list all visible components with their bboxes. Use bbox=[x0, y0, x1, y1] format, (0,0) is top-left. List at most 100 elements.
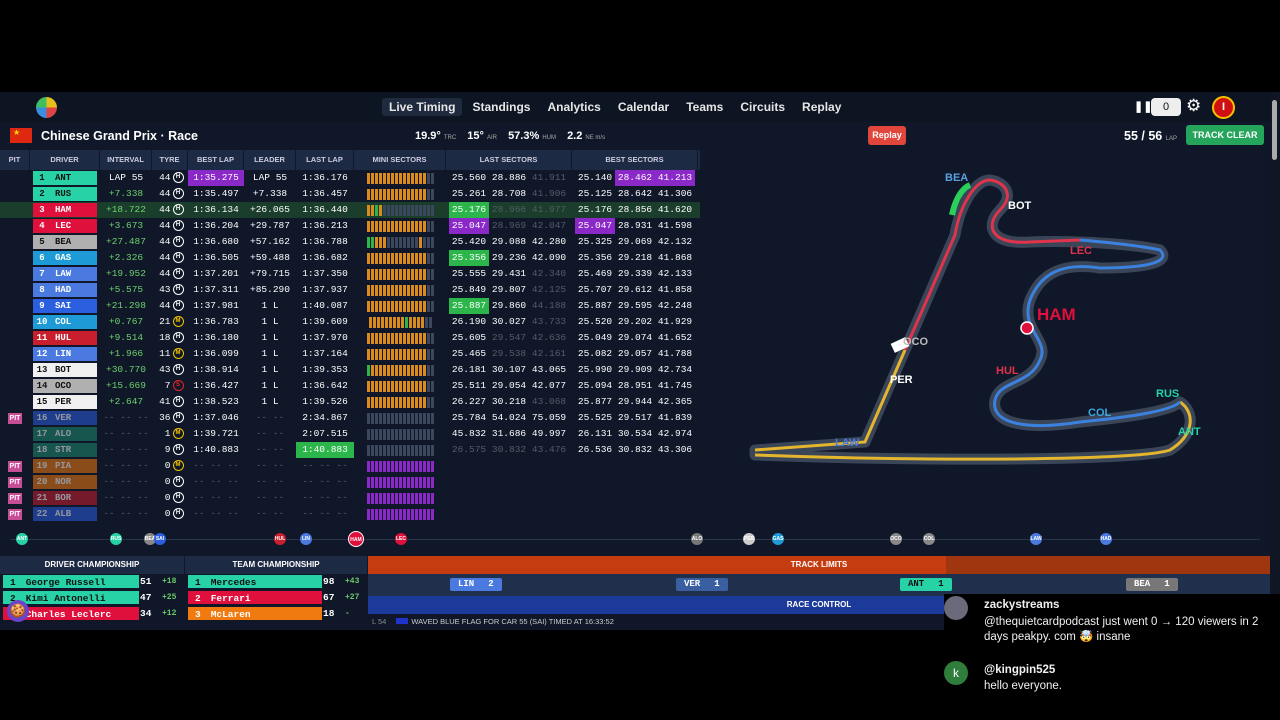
driver-tag[interactable]: 5 BEA bbox=[33, 235, 97, 249]
driver-tag[interactable]: 4 LEC bbox=[33, 219, 97, 233]
column-header[interactable]: INTERVAL bbox=[100, 150, 152, 170]
table-row[interactable]: 9 SAI +21.298 44 H 1:37.981 1 L 1:40.087 25.887 2… bbox=[0, 298, 700, 314]
table-row[interactable]: 7 LAW +19.952 44 H 1:37.201 +79.715 1:37.350 25.… bbox=[0, 266, 700, 282]
table-row[interactable]: 8 HAD +5.575 43 H 1:37.311 +85.290 1:37.937 25.8… bbox=[0, 282, 700, 298]
driver-tag[interactable]: 3 HAM bbox=[33, 203, 97, 217]
nav-link-analytics[interactable]: Analytics bbox=[540, 98, 607, 116]
nav-link-standings[interactable]: Standings bbox=[465, 98, 537, 116]
timeline-marker[interactable]: LEC bbox=[395, 533, 407, 545]
timeline-marker[interactable]: PER bbox=[743, 533, 755, 545]
timeline-marker[interactable]: LAW bbox=[1030, 533, 1042, 545]
timeline-marker[interactable]: COL bbox=[923, 533, 935, 545]
driver-cell[interactable]: 15 PER bbox=[30, 394, 100, 410]
timeline-marker[interactable]: SAI bbox=[154, 533, 166, 545]
nav-link-replay[interactable]: Replay bbox=[795, 98, 848, 116]
driver-cell[interactable]: 7 LAW bbox=[30, 266, 100, 282]
driver-standing-row[interactable]: 1 George Russell 51 +18 bbox=[0, 574, 184, 589]
table-row[interactable]: 18 STR -- -- -- 9 H 1:40.883 -- -- 1:40.883 26.5… bbox=[0, 442, 700, 458]
driver-cell[interactable]: 10 COL bbox=[30, 314, 100, 330]
driver-cell[interactable]: 19 PIA bbox=[30, 458, 100, 474]
driver-cell[interactable]: 18 STR bbox=[30, 442, 100, 458]
table-row[interactable]: 3 HAM +18.722 44 H 1:36.134 +26.065 1:36.440 25.… bbox=[0, 202, 700, 218]
driver-tag[interactable]: 10 COL bbox=[33, 315, 97, 329]
driver-cell[interactable]: 20 NOR bbox=[30, 474, 100, 490]
track-limit-pill[interactable]: VER 1 bbox=[676, 578, 728, 591]
driver-cell[interactable]: 2 RUS bbox=[30, 186, 100, 202]
avatar[interactable]: I bbox=[1212, 96, 1235, 119]
table-row[interactable]: 6 GAS +2.326 44 H 1:36.505 +59.488 1:36.682 25.3… bbox=[0, 250, 700, 266]
driver-cell[interactable]: 8 HAD bbox=[30, 282, 100, 298]
timeline-marker[interactable]: HAM bbox=[348, 531, 364, 547]
column-header[interactable]: TYRE bbox=[152, 150, 188, 170]
driver-tag[interactable]: 1 ANT bbox=[33, 171, 97, 185]
driver-tag[interactable]: 13 BOT bbox=[33, 363, 97, 377]
table-row[interactable]: 1 ANT LAP 55 44 H 1:35.275 LAP 55 1:36.176 25.56… bbox=[0, 170, 700, 186]
column-header[interactable]: LAST LAP bbox=[296, 150, 354, 170]
table-row[interactable]: PIT 16 VER -- -- -- 36 H 1:37.046 -- -- 2:34.867… bbox=[0, 410, 700, 426]
nav-link-live-timing[interactable]: Live Timing bbox=[382, 98, 463, 116]
driver-cell[interactable]: 6 GAS bbox=[30, 250, 100, 266]
driver-tag[interactable]: 8 HAD bbox=[33, 283, 97, 297]
table-row[interactable]: 5 BEA +27.487 44 H 1:36.680 +57.162 1:36.788 25.… bbox=[0, 234, 700, 250]
driver-cell[interactable]: 11 HUL bbox=[30, 330, 100, 346]
team-standing-row[interactable]: 2 Ferrari 67 +27 bbox=[185, 590, 367, 605]
driver-tag[interactable]: 14 OCO bbox=[33, 379, 97, 393]
team-standing-row[interactable]: 3 McLaren 18 - bbox=[185, 606, 367, 621]
gear-icon[interactable]: ⚙ bbox=[1186, 96, 1201, 116]
timeline-marker[interactable]: HUL bbox=[274, 533, 286, 545]
column-header[interactable]: DRIVER bbox=[30, 150, 100, 170]
nav-link-teams[interactable]: Teams bbox=[679, 98, 730, 116]
table-row[interactable]: 15 PER +2.647 41 H 1:38.523 1 L 1:39.526 26.227 3… bbox=[0, 394, 700, 410]
app-logo[interactable] bbox=[36, 97, 57, 118]
cookie-icon[interactable]: 🍪 bbox=[7, 600, 29, 622]
track-limit-pill[interactable]: LIN 2 bbox=[450, 578, 502, 591]
column-header[interactable]: PIT bbox=[0, 150, 30, 170]
driver-cell[interactable]: 17 ALO bbox=[30, 426, 100, 442]
driver-tag[interactable]: 15 PER bbox=[33, 395, 97, 409]
table-row[interactable]: 14 OCO +15.669 7 S 1:36.427 1 L 1:36.642 25.511 2… bbox=[0, 378, 700, 394]
driver-cell[interactable]: 12 LIN bbox=[30, 346, 100, 362]
driver-cell[interactable]: 3 HAM bbox=[30, 202, 100, 218]
driver-tag[interactable]: 22 ALB bbox=[33, 507, 97, 521]
driver-cell[interactable]: 4 LEC bbox=[30, 218, 100, 234]
driver-cell[interactable]: 21 BOR bbox=[30, 490, 100, 506]
driver-standing-row[interactable]: 2 Kimi Antonelli 47 +25 bbox=[0, 590, 184, 605]
timeline-marker[interactable]: OCO bbox=[890, 533, 902, 545]
track-limit-pill[interactable]: ANT 1 bbox=[900, 578, 952, 591]
timeline-marker[interactable]: LIN bbox=[300, 533, 312, 545]
driver-tag[interactable]: 20 NOR bbox=[33, 475, 97, 489]
column-header[interactable]: BEST SECTORS bbox=[572, 150, 698, 170]
nav-link-calendar[interactable]: Calendar bbox=[611, 98, 676, 116]
driver-tag[interactable]: 18 STR bbox=[33, 443, 97, 457]
table-row[interactable]: PIT 19 PIA -- -- -- 0 M -- -- -- -- -- -- -- -- bbox=[0, 458, 700, 474]
driver-tag[interactable]: 16 VER bbox=[33, 411, 97, 425]
driver-tag[interactable]: 9 SAI bbox=[33, 299, 97, 313]
driver-tag[interactable]: 2 RUS bbox=[33, 187, 97, 201]
table-row[interactable]: 12 LIN +1.966 11 M 1:36.099 1 L 1:37.164 25.465 2… bbox=[0, 346, 700, 362]
timeline-marker[interactable]: ALO bbox=[691, 533, 703, 545]
driver-tag[interactable]: 19 PIA bbox=[33, 459, 97, 473]
table-row[interactable]: 4 LEC +3.673 44 H 1:36.204 +29.787 1:36.213 25.0… bbox=[0, 218, 700, 234]
driver-tag[interactable]: 17 ALO bbox=[33, 427, 97, 441]
driver-cell[interactable]: 5 BEA bbox=[30, 234, 100, 250]
table-row[interactable]: 11 HUL +9.514 18 H 1:36.180 1 L 1:37.970 25.605 2… bbox=[0, 330, 700, 346]
column-header[interactable]: LAST SECTORS bbox=[446, 150, 572, 170]
nav-link-circuits[interactable]: Circuits bbox=[733, 98, 792, 116]
table-row[interactable]: PIT 21 BOR -- -- -- 0 H -- -- -- -- -- -- -- -- bbox=[0, 490, 700, 506]
driver-cell[interactable]: 22 ALB bbox=[30, 506, 100, 522]
pause-icon[interactable]: ❚❚ bbox=[1134, 100, 1152, 113]
table-row[interactable]: PIT 20 NOR -- -- -- 0 H -- -- -- -- -- -- -- -- bbox=[0, 474, 700, 490]
replay-button[interactable]: Replay bbox=[868, 126, 906, 145]
driver-cell[interactable]: 14 OCO bbox=[30, 378, 100, 394]
driver-tag[interactable]: 6 GAS bbox=[33, 251, 97, 265]
team-standing-row[interactable]: 1 Mercedes 98 +43 bbox=[185, 574, 367, 589]
column-header[interactable]: MINI SECTORS bbox=[354, 150, 446, 170]
track-limit-pill[interactable]: BEA 1 bbox=[1126, 578, 1178, 591]
column-header[interactable]: LEADER bbox=[244, 150, 296, 170]
table-row[interactable]: 17 ALO -- -- -- 1 M 1:39.721 -- -- 2:07.515 45.8… bbox=[0, 426, 700, 442]
driver-cell[interactable]: 13 BOT bbox=[30, 362, 100, 378]
timeline-marker[interactable]: HAD bbox=[1100, 533, 1112, 545]
timeline-marker[interactable]: ANT bbox=[16, 533, 28, 545]
driver-tag[interactable]: 11 HUL bbox=[33, 331, 97, 345]
driver-cell[interactable]: 16 VER bbox=[30, 410, 100, 426]
